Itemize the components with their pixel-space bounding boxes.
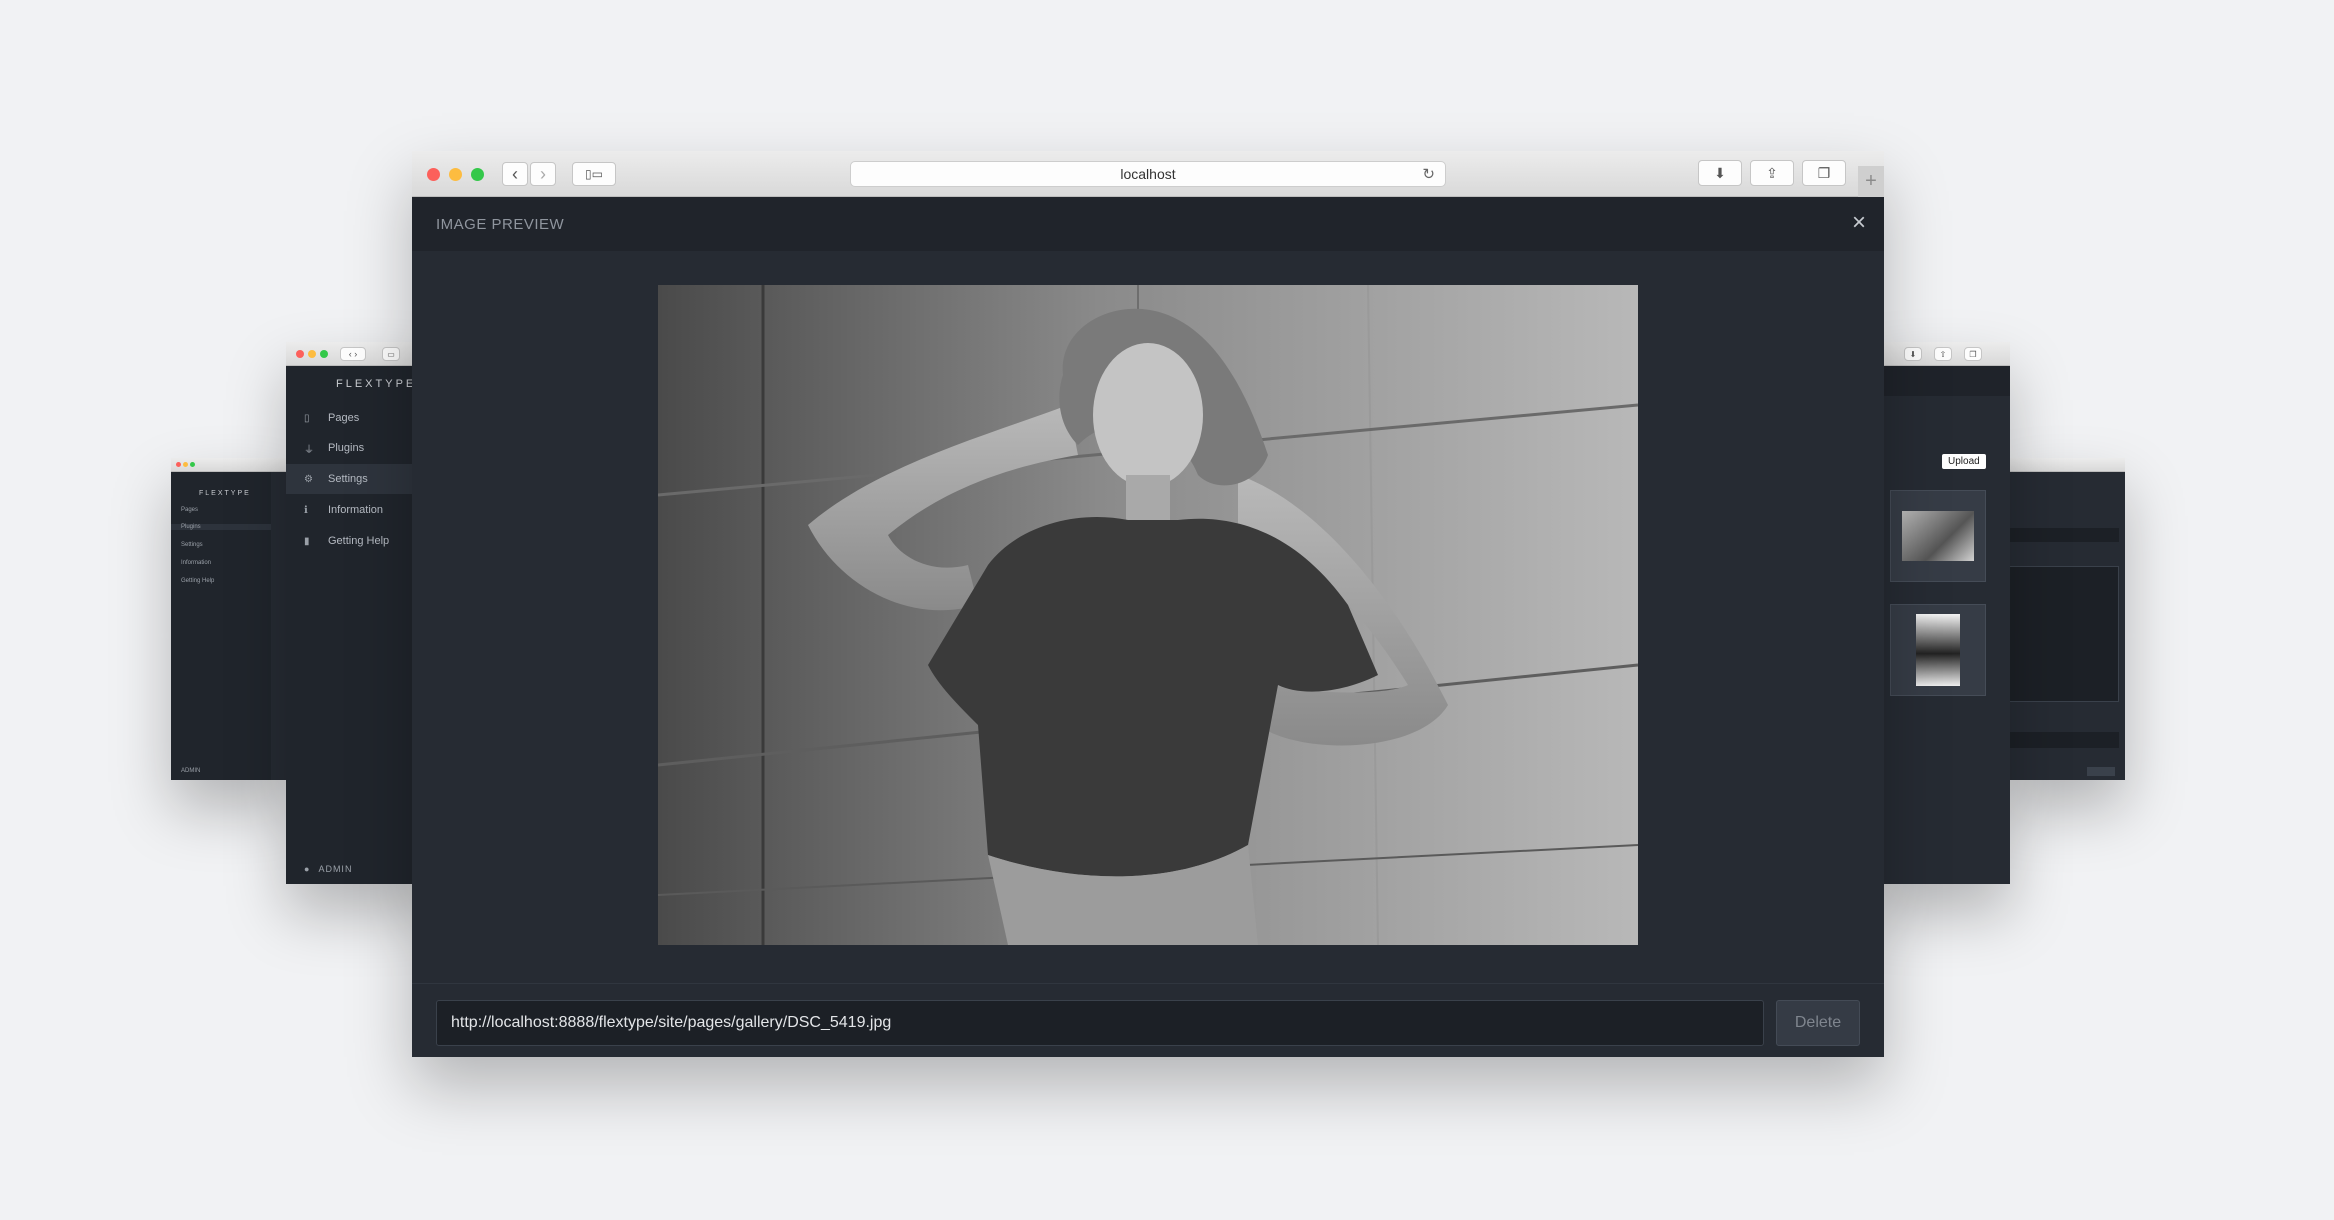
close-window-dot: [296, 350, 304, 358]
background-window-right-far: [2005, 458, 2125, 780]
info-icon: ℹ: [304, 504, 308, 516]
brand-logo: FLEXTYPE: [336, 378, 417, 390]
gallery-thumbnail: [1890, 490, 1986, 582]
close-window-button[interactable]: [427, 168, 440, 181]
back-forward-icon: ‹ ›: [340, 347, 366, 361]
upload-button: Upload: [1942, 454, 1986, 469]
sidebar-toggle-icon: ▭: [382, 347, 400, 361]
sidebar-item-label: Settings: [328, 473, 368, 485]
chevron-left-icon: ‹: [512, 163, 518, 184]
user-icon: ●: [304, 864, 311, 874]
address-text: localhost: [1120, 166, 1176, 182]
share-icon: ⇪: [1766, 164, 1778, 181]
background-window-right: ⬇ ⇧ ❐ Upload: [1870, 342, 2010, 884]
image-preview: [658, 285, 1638, 945]
download-icon: ⬇: [1904, 347, 1922, 361]
sidebar-item-label: Plugins: [328, 442, 365, 454]
window-titlebar: [2005, 458, 2125, 472]
maximize-window-dot: [320, 350, 328, 358]
share-button[interactable]: ⇪: [1750, 160, 1794, 186]
admin-label: ADMIN: [181, 768, 201, 774]
downloads-button[interactable]: ⬇: [1698, 160, 1742, 186]
chevron-right-icon: ›: [540, 163, 546, 184]
download-icon: ⬇: [1714, 164, 1726, 181]
image-url-field[interactable]: [436, 1000, 1764, 1046]
minimize-window-dot: [183, 462, 188, 467]
sidebar-item-label: Pages: [328, 412, 360, 424]
background-window-left-far: FLEXTYPE Pages Plugins Settings Informat…: [171, 458, 291, 780]
share-icon: ⇧: [1934, 347, 1952, 361]
sidebar-item-label: Getting Help: [328, 535, 390, 547]
close-window-dot: [176, 462, 181, 467]
maximize-window-button[interactable]: [471, 168, 484, 181]
admin-text: ADMIN: [318, 864, 353, 874]
browser-window: ‹ › ▯▭ localhost ↻ ⬇ ⇪ ❐ + IMAGE PREVIEW…: [412, 151, 1884, 1057]
minimize-window-button[interactable]: [449, 168, 462, 181]
thumbnail-image: [1916, 614, 1960, 686]
maximize-window-dot: [190, 462, 195, 467]
date-field: [2009, 732, 2119, 748]
reload-icon[interactable]: ↻: [1422, 165, 1435, 183]
plus-icon: +: [1865, 170, 1877, 192]
modal-footer: Delete: [412, 983, 1884, 1057]
sidebar-toggle-button[interactable]: ▯▭: [572, 162, 616, 186]
forward-button[interactable]: ›: [530, 162, 556, 186]
book-icon: ▮: [304, 535, 310, 547]
sidebar-item-information: Information: [181, 560, 212, 566]
sidebar-item-settings: Settings: [181, 542, 203, 548]
save-button: [2087, 767, 2115, 776]
brand-logo: FLEXTYPE: [199, 490, 251, 497]
close-icon[interactable]: ×: [1852, 209, 1866, 237]
tabs-icon: ❐: [1964, 347, 1982, 361]
sidebar: FLEXTYPE Pages Plugins Settings Informat…: [171, 472, 271, 780]
page-icon: ▯: [304, 412, 310, 424]
minimize-window-dot: [308, 350, 316, 358]
sidebar-item-plugins: Plugins: [171, 524, 271, 530]
editor-area: [2009, 566, 2119, 702]
panel-header: [1870, 366, 2010, 396]
delete-button[interactable]: Delete: [1776, 1000, 1860, 1046]
gallery-thumbnail: [1890, 604, 1986, 696]
tabs-icon: ❐: [1817, 164, 1831, 181]
address-bar[interactable]: localhost ↻: [850, 161, 1446, 187]
sidebar-icon: ▯▭: [585, 167, 603, 181]
sidebar-item-pages: Pages: [181, 507, 199, 513]
gear-icon: ⚙: [304, 473, 313, 485]
new-tab-button[interactable]: +: [1858, 166, 1884, 197]
admin-label: ● ADMIN: [304, 864, 352, 874]
show-tabs-button[interactable]: ❐: [1802, 160, 1846, 186]
modal-title: IMAGE PREVIEW: [436, 216, 565, 233]
window-titlebar: [171, 458, 291, 472]
plug-icon: ⏚: [304, 444, 314, 456]
modal-header: IMAGE PREVIEW ×: [412, 197, 1884, 251]
input-field: [2009, 528, 2119, 542]
sidebar-item-label: Information: [328, 504, 384, 516]
sidebar-item-getting-help: Getting Help: [181, 578, 215, 584]
window-titlebar: ⬇ ⇧ ❐: [1870, 342, 2010, 366]
thumbnail-image: [1902, 511, 1974, 561]
preview-photo: [658, 285, 1638, 945]
back-button[interactable]: ‹: [502, 162, 528, 186]
browser-toolbar: ‹ › ▯▭ localhost ↻ ⬇ ⇪ ❐ +: [412, 151, 1884, 197]
